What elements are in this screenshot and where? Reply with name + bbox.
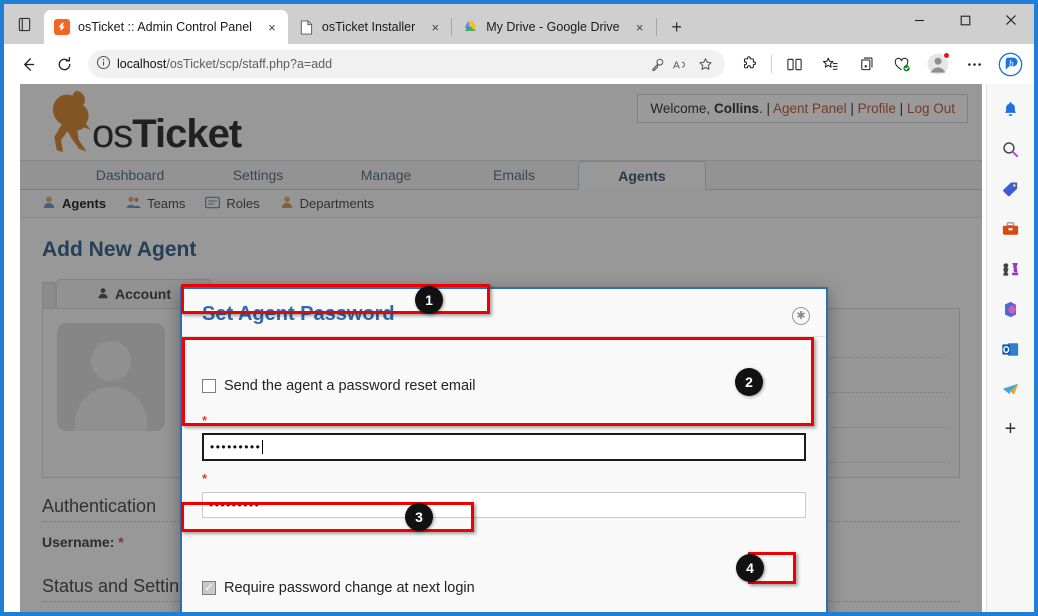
telegram-icon[interactable] xyxy=(994,372,1028,406)
send-reset-email-checkbox[interactable] xyxy=(202,379,216,393)
send-reset-email-row[interactable]: Send the agent a password reset email xyxy=(202,373,806,399)
browser-window: osTicket :: Admin Control Panel × osTick… xyxy=(4,4,1034,612)
page-favicon xyxy=(298,19,314,35)
send-reset-email-label: Send the agent a password reset email xyxy=(224,378,476,394)
annotation-badge-4: 4 xyxy=(736,554,764,582)
collections-icon[interactable] xyxy=(851,49,881,79)
microsoft-365-icon[interactable] xyxy=(994,292,1028,326)
browser-tab-2[interactable]: My Drive - Google Drive × xyxy=(452,10,655,44)
tag-icon[interactable] xyxy=(994,172,1028,206)
new-password-input[interactable]: ••••••••• xyxy=(202,433,806,461)
dialog-body: Send the agent a password reset email * … xyxy=(182,337,826,612)
annotation-badge-1: 1 xyxy=(415,286,443,314)
annotation-badge-3: 3 xyxy=(405,503,433,531)
svg-text:b: b xyxy=(1008,58,1013,68)
require-password-change-row[interactable]: ✓ Require password change at next login xyxy=(202,580,806,596)
read-aloud-icon[interactable]: A xyxy=(669,52,693,76)
confirm-required-asterisk: * xyxy=(202,471,208,486)
confirm-password-value: ••••••••• xyxy=(209,498,261,512)
chess-game-icon[interactable] xyxy=(994,252,1028,286)
browser-tab-0[interactable]: osTicket :: Admin Control Panel × xyxy=(44,10,288,44)
tab-title: osTicket :: Admin Control Panel xyxy=(78,20,252,34)
confirm-password-input[interactable]: ••••••••• xyxy=(202,492,806,518)
tab-title: osTicket Installer xyxy=(321,20,416,34)
address-path: /osTicket/scp/staff.php?a=add xyxy=(166,57,333,71)
address-bar[interactable]: localhost/osTicket/scp/staff.php?a=add A xyxy=(88,50,725,78)
new-tab-button[interactable]: + xyxy=(663,13,691,41)
maximize-button[interactable] xyxy=(942,4,988,36)
tab-close-icon[interactable]: × xyxy=(427,19,443,35)
favorite-star-icon[interactable] xyxy=(693,52,717,76)
browser-navbar: localhost/osTicket/scp/staff.php?a=add A xyxy=(4,44,1034,84)
browser-tabstrip: osTicket :: Admin Control Panel × osTick… xyxy=(4,4,1034,44)
screenshot-root: osTicket :: Admin Control Panel × osTick… xyxy=(0,0,1038,616)
edge-sidebar: + xyxy=(986,84,1034,612)
require-password-change-label: Require password change at next login xyxy=(224,580,475,596)
browser-tab-1[interactable]: osTicket Installer × xyxy=(288,10,451,44)
settings-more-icon[interactable] xyxy=(959,49,989,79)
password-required-asterisk: * xyxy=(202,413,208,428)
close-circle-icon[interactable]: ✱ xyxy=(792,307,810,325)
profile-icon[interactable] xyxy=(923,49,953,79)
tab-close-icon[interactable]: × xyxy=(264,19,280,35)
tab-divider xyxy=(655,18,657,36)
reload-icon[interactable] xyxy=(49,49,79,79)
tab-actions-icon[interactable] xyxy=(4,4,44,44)
tab-title: My Drive - Google Drive xyxy=(486,20,620,34)
new-password-value: ••••••••• xyxy=(210,440,262,454)
dialog-title: Set Agent Password xyxy=(202,303,395,325)
address-host: localhost xyxy=(117,57,167,71)
toolbox-icon[interactable] xyxy=(994,212,1028,246)
search-icon[interactable] xyxy=(994,132,1028,166)
profile-notification-badge xyxy=(943,52,950,59)
extensions-icon[interactable] xyxy=(734,49,764,79)
dialog-header: Set Agent Password ✱ xyxy=(182,289,826,337)
google-drive-favicon xyxy=(462,19,478,35)
tab-close-icon[interactable]: × xyxy=(632,19,648,35)
window-controls xyxy=(896,4,1034,44)
osticket-favicon xyxy=(54,19,70,35)
text-caret xyxy=(262,440,264,454)
set-agent-password-dialog: Set Agent Password ✱ Send the agent a pa… xyxy=(180,287,828,612)
add-sidebar-button[interactable]: + xyxy=(994,412,1028,446)
back-icon[interactable] xyxy=(13,49,43,79)
omnibox-actions: A xyxy=(645,52,717,76)
toolbar-divider xyxy=(771,55,772,73)
svg-text:A: A xyxy=(673,60,680,71)
notifications-bell-icon[interactable] xyxy=(994,92,1028,126)
favorites-list-icon[interactable] xyxy=(815,49,845,79)
annotation-badge-2: 2 xyxy=(735,368,763,396)
key-icon[interactable] xyxy=(645,52,669,76)
info-circle-icon[interactable] xyxy=(96,55,111,73)
page-viewport: os Ticket Welcome, Collins. | Agent Panel… xyxy=(4,84,1034,612)
copilot-icon[interactable]: b xyxy=(995,49,1025,79)
split-screen-icon[interactable] xyxy=(779,49,809,79)
require-password-change-checkbox[interactable]: ✓ xyxy=(202,581,216,595)
minimize-button[interactable] xyxy=(896,4,942,36)
close-window-button[interactable] xyxy=(988,4,1034,36)
browser-essentials-icon[interactable] xyxy=(887,49,917,79)
outlook-icon[interactable] xyxy=(994,332,1028,366)
address-text: localhost/osTicket/scp/staff.php?a=add xyxy=(117,57,332,71)
